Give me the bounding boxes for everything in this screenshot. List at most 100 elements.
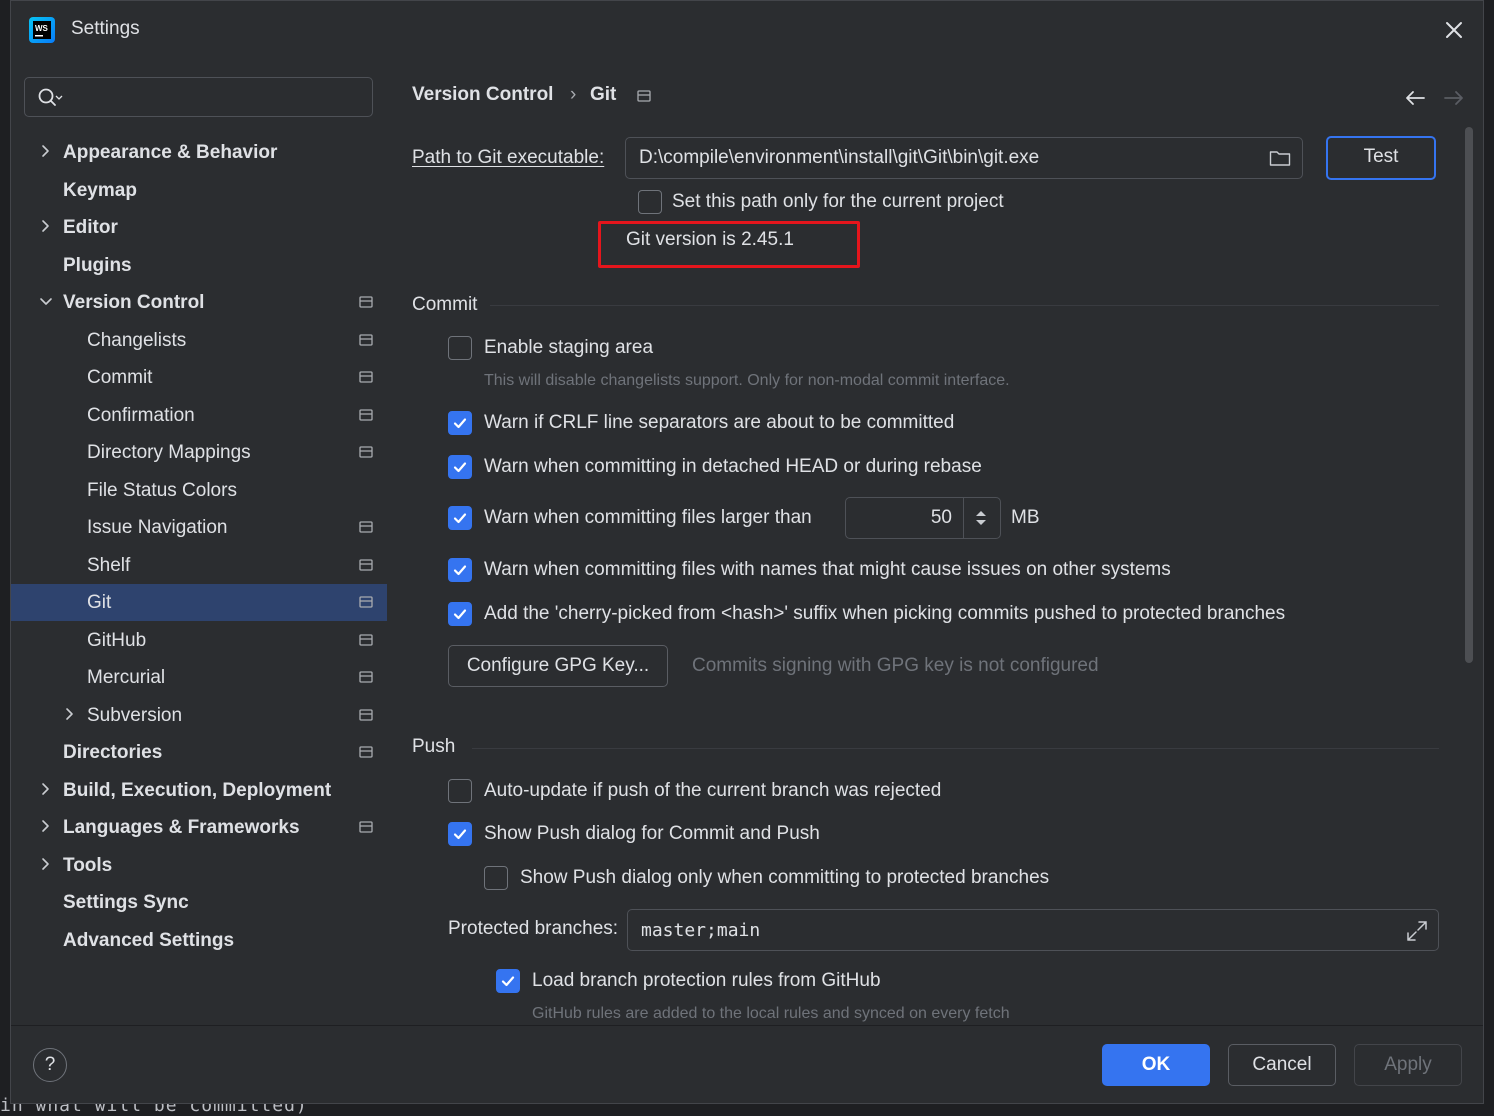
project-scope-icon	[359, 408, 373, 421]
tree-item[interactable]: Mercurial	[11, 659, 387, 696]
tree-item[interactable]: Editor	[11, 209, 387, 246]
chevron-down-icon[interactable]	[39, 284, 53, 321]
tree-item[interactable]: Subversion	[11, 697, 387, 734]
apply-button[interactable]: Apply	[1354, 1044, 1462, 1086]
file-names-label: Warn when committing files with names th…	[484, 559, 1171, 580]
github-rules-label: Load branch protection rules from GitHub	[532, 970, 881, 991]
tree-item-label: Advanced Settings	[63, 929, 235, 951]
tree-item[interactable]: Plugins	[11, 247, 387, 284]
tree-item[interactable]: Build, Execution, Deployment	[11, 772, 387, 809]
configure-gpg-button[interactable]: Configure GPG Key...	[448, 645, 668, 687]
file-names-checkbox[interactable]	[448, 558, 472, 582]
help-button[interactable]: ?	[33, 1048, 67, 1082]
auto-update-label: Auto-update if push of the current branc…	[484, 780, 942, 801]
show-push-dialog-checkbox[interactable]	[448, 822, 472, 846]
tree-item[interactable]: Tools	[11, 847, 387, 884]
close-icon[interactable]	[1439, 15, 1469, 45]
gpg-status-hint: Commits signing with GPG key is not conf…	[692, 655, 1099, 676]
tree-item[interactable]: Git	[11, 584, 387, 621]
tree-item[interactable]: Issue Navigation	[11, 509, 387, 546]
large-files-checkbox[interactable]	[448, 506, 472, 530]
ok-button[interactable]: OK	[1102, 1044, 1210, 1086]
checkmark-icon	[453, 513, 467, 524]
project-scope-icon	[359, 746, 373, 758]
chevron-right-icon[interactable]	[39, 809, 53, 846]
cherry-picked-label: Add the 'cherry-picked from <hash>' suff…	[484, 603, 1286, 624]
window-title: Settings	[71, 18, 140, 39]
tree-item[interactable]: Appearance & Behavior	[11, 134, 387, 171]
tree-item-label: Keymap	[63, 179, 137, 201]
tree-item[interactable]: Commit	[11, 359, 387, 396]
project-scope-icon	[359, 446, 373, 458]
stepper-arrows-icon[interactable]	[974, 508, 988, 528]
cancel-button[interactable]: Cancel	[1228, 1044, 1336, 1086]
protected-only-checkbox[interactable]	[484, 866, 508, 890]
git-path-input[interactable]: D:\compile\environment\install\git\Git\b…	[625, 137, 1303, 179]
github-rules-checkbox[interactable]	[496, 969, 520, 993]
chevron-right-icon[interactable]	[39, 772, 53, 809]
crlf-warning-checkbox[interactable]	[448, 411, 472, 435]
tree-item[interactable]: File Status Colors	[11, 472, 387, 509]
protected-only-label: Show Push dialog only when committing to…	[520, 867, 1050, 888]
crlf-warning-label: Warn if CRLF line separators are about t…	[484, 412, 955, 433]
forward-arrow-icon[interactable]	[1443, 89, 1465, 107]
tree-item-label: Editor	[63, 217, 118, 238]
tree-item-label: Settings Sync	[63, 892, 189, 913]
chevron-right-icon[interactable]	[39, 209, 53, 246]
tree-item[interactable]: Directories	[11, 734, 387, 771]
test-button[interactable]: Test	[1326, 136, 1436, 180]
checkmark-icon	[453, 829, 467, 840]
protected-branches-input[interactable]: master;main	[627, 909, 1439, 951]
project-scope-icon	[359, 371, 373, 383]
chevron-right-icon[interactable]	[39, 847, 53, 884]
background-editor	[0, 0, 10, 1110]
tree-item[interactable]: Advanced Settings	[11, 922, 387, 959]
github-rules-hint: GitHub rules are added to the local rule…	[532, 1005, 1010, 1022]
search-input[interactable]	[24, 77, 373, 117]
detached-head-checkbox[interactable]	[448, 455, 472, 479]
tree-item-label: Tools	[63, 854, 113, 876]
project-scope-icon	[359, 596, 373, 608]
cherry-picked-checkbox[interactable]	[448, 602, 472, 626]
tree-item[interactable]: Directory Mappings	[11, 434, 387, 471]
project-scope-icon	[359, 296, 373, 308]
auto-update-checkbox[interactable]	[448, 779, 472, 803]
tree-item-label: Changelists	[87, 329, 187, 351]
commit-section-divider	[490, 305, 1439, 306]
current-project-checkbox[interactable]	[638, 190, 662, 214]
project-scope-icon	[359, 558, 373, 571]
staging-area-checkbox[interactable]	[448, 336, 472, 360]
project-scope-icon	[359, 333, 373, 346]
breadcrumb-version-control[interactable]: Version Control	[412, 84, 553, 106]
tree-item[interactable]: Settings Sync	[11, 884, 387, 921]
tree-item[interactable]: Confirmation	[11, 397, 387, 434]
chevron-right-icon[interactable]	[63, 697, 77, 734]
large-files-size-stepper[interactable]: 50	[845, 497, 1001, 539]
current-project-label: Set this path only for the current proje…	[672, 191, 1004, 212]
scrollbar[interactable]	[1465, 127, 1473, 663]
protected-branches-value: master;main	[641, 920, 761, 941]
tree-item-label: File Status Colors	[87, 479, 237, 501]
tree-item-label: Issue Navigation	[87, 517, 228, 538]
tree-item-label: Appearance & Behavior	[63, 142, 278, 163]
tree-item[interactable]: Languages & Frameworks	[11, 809, 387, 846]
tree-item[interactable]: Changelists	[11, 322, 387, 359]
push-section-divider	[472, 748, 1439, 749]
tree-item[interactable]: GitHub	[11, 622, 387, 659]
tree-item-label: Version Control	[63, 292, 205, 313]
project-scope-icon	[359, 821, 373, 833]
project-scope-icon	[359, 671, 373, 683]
tree-item[interactable]: Version Control	[11, 284, 387, 321]
project-scope-icon	[637, 90, 651, 102]
chevron-right-icon[interactable]	[39, 134, 53, 171]
checkmark-icon	[453, 609, 467, 620]
staging-area-label: Enable staging area	[484, 337, 654, 358]
tree-item[interactable]: Shelf	[11, 547, 387, 584]
back-arrow-icon[interactable]	[1404, 89, 1426, 107]
folder-icon[interactable]	[1269, 149, 1291, 167]
tree-item[interactable]: Keymap	[11, 172, 387, 209]
checkmark-icon	[453, 462, 467, 473]
protected-branches-label: Protected branches:	[448, 918, 619, 939]
expand-icon[interactable]	[1406, 920, 1428, 942]
svg-text:WS: WS	[35, 24, 49, 33]
